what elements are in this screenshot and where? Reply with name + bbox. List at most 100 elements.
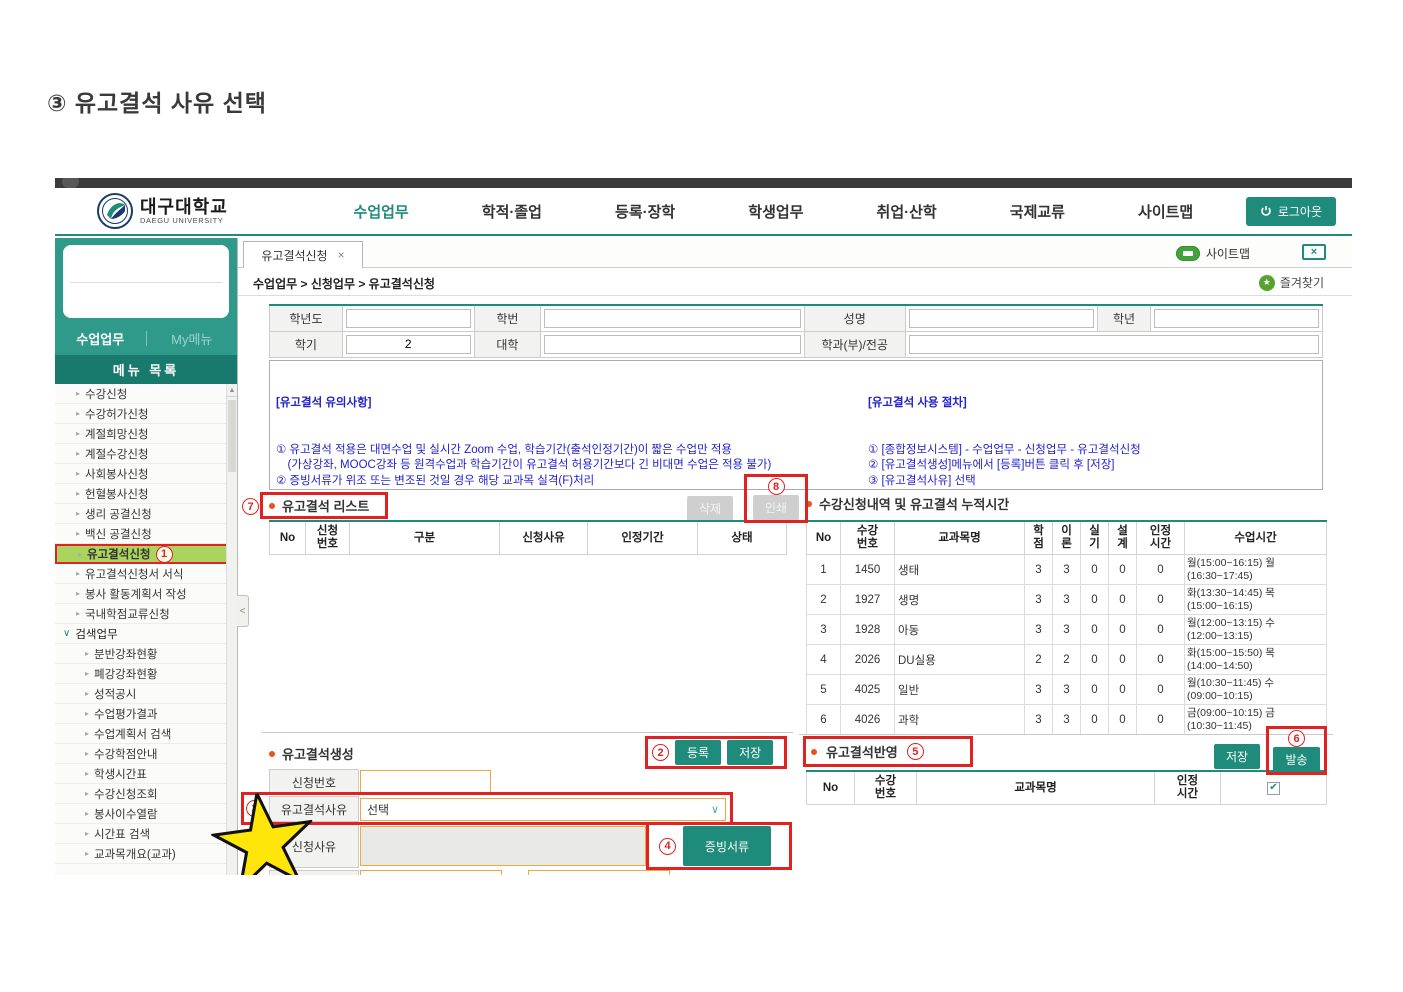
university-logo: 대구대학교 DAEGU UNIVERSITY [97, 193, 287, 229]
sidebar-menu-item[interactable]: ▸ 분반강좌현황 [55, 644, 237, 664]
sidebar-menu-item[interactable]: ▸ 유고결석신청서 서식 [55, 564, 237, 584]
sidebar-item-absence-apply[interactable]: ▸ 유고결석신청 1 [55, 544, 237, 564]
sidebar-menu-item[interactable]: ▸ 수강허가신청 [55, 404, 237, 424]
print-button[interactable]: 인쇄 [752, 495, 800, 520]
sidebar-menu-item[interactable]: ▸ 수업평가결과 [55, 704, 237, 724]
menu-arrow-icon: ▸ [76, 569, 81, 578]
menu-arrow-icon: ▸ [76, 389, 81, 398]
sidebar-menu-item[interactable]: ▸ 성적공시 [55, 684, 237, 704]
page: ③ 유고결석 사유 선택 대구대학교 DAEGU UNIVERSITY 수업업무… [0, 0, 1403, 992]
attachment-button[interactable]: 증빙서류 [683, 826, 771, 866]
studentno-input[interactable] [544, 308, 801, 328]
logout-button[interactable]: 로그아웃 [1245, 196, 1336, 226]
sidebar-menu-item[interactable]: ▸ 봉사 활동계획서 작성 [55, 584, 237, 604]
sidebar-menu-item[interactable]: ▸ 국내학점교류신청 [55, 604, 237, 624]
menu-arrow-icon: ▸ [85, 669, 90, 678]
register-button[interactable]: 등록 [675, 740, 722, 765]
cell-hours: 0 [1136, 704, 1185, 735]
applyno-input[interactable] [360, 770, 491, 794]
create-save-button[interactable]: 저장 [727, 740, 774, 765]
sidebar-section-search[interactable]: ∨ 검색업무 [55, 624, 237, 644]
period-end-input[interactable]: ⊞ [528, 870, 670, 875]
favorites-button[interactable]: ★ 즐겨찾기 [1258, 274, 1324, 291]
reflect-col-hours: 인정 시간 [1154, 771, 1221, 805]
close-all-tabs-icon[interactable]: × [1302, 244, 1326, 260]
sidebar-tabs: 수업업무 My메뉴 [55, 325, 237, 351]
cell-credit: 3 [1024, 614, 1053, 645]
sidebar-menu-item[interactable]: ▸ 계절수강신청 [55, 444, 237, 464]
cell-theory: 2 [1052, 644, 1081, 675]
cell-course-name: 아동 [894, 614, 1025, 645]
menu-arrow-icon: ▸ [76, 509, 81, 518]
main-nav: 수업업무 학적·졸업 등록·장학 학생업무 취업·산학 국제교류 사이트맵 [287, 201, 1246, 222]
power-icon [1261, 206, 1271, 216]
name-input[interactable] [908, 308, 1095, 328]
period-tilde: ~ [510, 874, 517, 875]
logout-label: 로그아웃 [1277, 204, 1322, 219]
user-box-divider [70, 282, 222, 283]
sitemap-link[interactable]: 사이트맵 [1175, 245, 1250, 262]
sidebar-tab-lecture[interactable]: 수업업무 [55, 329, 146, 348]
year-label: 학년도 [269, 304, 343, 332]
semester-input[interactable] [345, 334, 471, 354]
sidebar-menu-item[interactable]: ▸ 사회봉사신청 [55, 464, 237, 484]
nav-item[interactable]: 취업·산학 [877, 201, 937, 222]
menu-arrow-icon: ▸ [78, 549, 83, 559]
period-start-input[interactable]: ⊞ [360, 870, 502, 875]
detail-reason-textarea[interactable] [360, 826, 646, 866]
absence-list-column: 상태 [697, 521, 787, 555]
nav-item[interactable]: 수업업무 [354, 201, 409, 222]
sidebar-menu-item[interactable]: ▸ 교과목개요(교과) [55, 844, 237, 864]
dept-input[interactable] [908, 334, 1319, 354]
sidebar: 수업업무 My메뉴 메뉴 목록 ▸ 수강신청 ▸ 수강허가신청 ▸ 계절희망신청 [55, 238, 237, 875]
absence-list-column: 신청사유 [499, 521, 588, 555]
nav-item[interactable]: 사이트맵 [1138, 201, 1193, 222]
annotation-5: 5 [906, 743, 924, 760]
nav-item[interactable]: 학생업무 [748, 201, 803, 222]
scrollbar-thumb[interactable] [228, 400, 236, 472]
create-buttons-box: 2 등록 저장 [645, 736, 787, 769]
cell-design: 0 [1108, 674, 1137, 705]
nav-item[interactable]: 등록·장학 [615, 201, 675, 222]
nav-item[interactable]: 학적·졸업 [482, 201, 542, 222]
scroll-up-icon[interactable]: ▲ [227, 384, 237, 397]
enrollment-column: No [806, 521, 841, 555]
sidebar-menu-item-clipped[interactable] [55, 864, 237, 875]
sidebar-menu-item[interactable]: ▸ 수강학점안내 [55, 744, 237, 764]
college-input[interactable] [544, 334, 801, 354]
cell-design: 0 [1108, 644, 1137, 675]
enrollment-column: 수강 번호 [840, 521, 895, 555]
cell-hours: 0 [1136, 644, 1185, 675]
delete-button[interactable]: 삭제 [687, 496, 734, 521]
enrollment-column: 학 점 [1024, 521, 1053, 555]
absence-list-empty-body [262, 732, 793, 733]
sidebar-collapse-handle[interactable]: < [237, 595, 249, 627]
year-input[interactable] [345, 308, 471, 328]
grade-input[interactable] [1153, 308, 1319, 328]
cell-course-name: 일반 [894, 674, 1025, 705]
enrollment-row: 5 4025 일반 3 3 0 0 0 월(10:30~11:45) 수(09:… [806, 674, 1327, 705]
enrollment-column: 설 계 [1108, 521, 1137, 555]
reflect-save-button[interactable]: 저장 [1214, 744, 1261, 769]
select-all-checkbox[interactable]: ✔ [1267, 781, 1280, 795]
sidebar-menu-item[interactable]: ▸ 백신 공결신청 [55, 524, 237, 544]
tab-absence-apply[interactable]: 유고결석신청 × [243, 241, 363, 268]
menu-arrow-icon: ▸ [76, 409, 81, 418]
send-button[interactable]: 발송 [1273, 747, 1320, 772]
sidebar-tab-mymenu[interactable]: My메뉴 [147, 329, 238, 348]
cell-lab: 0 [1080, 674, 1109, 705]
menu-arrow-icon: ▸ [85, 729, 90, 738]
sidebar-menu-item[interactable]: ▸ 생리 공결신청 [55, 504, 237, 524]
notice-line: ① [종합정보시스템] - 수업업무 - 신청업무 - 유고결석신청 [868, 443, 1141, 456]
section-bullet-icon [269, 502, 275, 509]
sidebar-menu-item[interactable]: ▸ 학생시간표 [55, 764, 237, 784]
cell-class-time: 화(15:00~15:50) 목(14:00~14:50) [1184, 644, 1327, 675]
sidebar-menu-item[interactable]: ▸ 수강신청 [55, 384, 237, 404]
tab-close-icon[interactable]: × [338, 248, 345, 262]
sidebar-menu-item[interactable]: ▸ 폐강강좌현황 [55, 664, 237, 684]
menu-arrow-icon: ▸ [85, 649, 90, 658]
sidebar-menu-item[interactable]: ▸ 계절희망신청 [55, 424, 237, 444]
sidebar-menu-item[interactable]: ▸ 헌혈봉사신청 [55, 484, 237, 504]
sidebar-menu-item[interactable]: ▸ 수업계획서 검색 [55, 724, 237, 744]
nav-item[interactable]: 국제교류 [1010, 201, 1065, 222]
